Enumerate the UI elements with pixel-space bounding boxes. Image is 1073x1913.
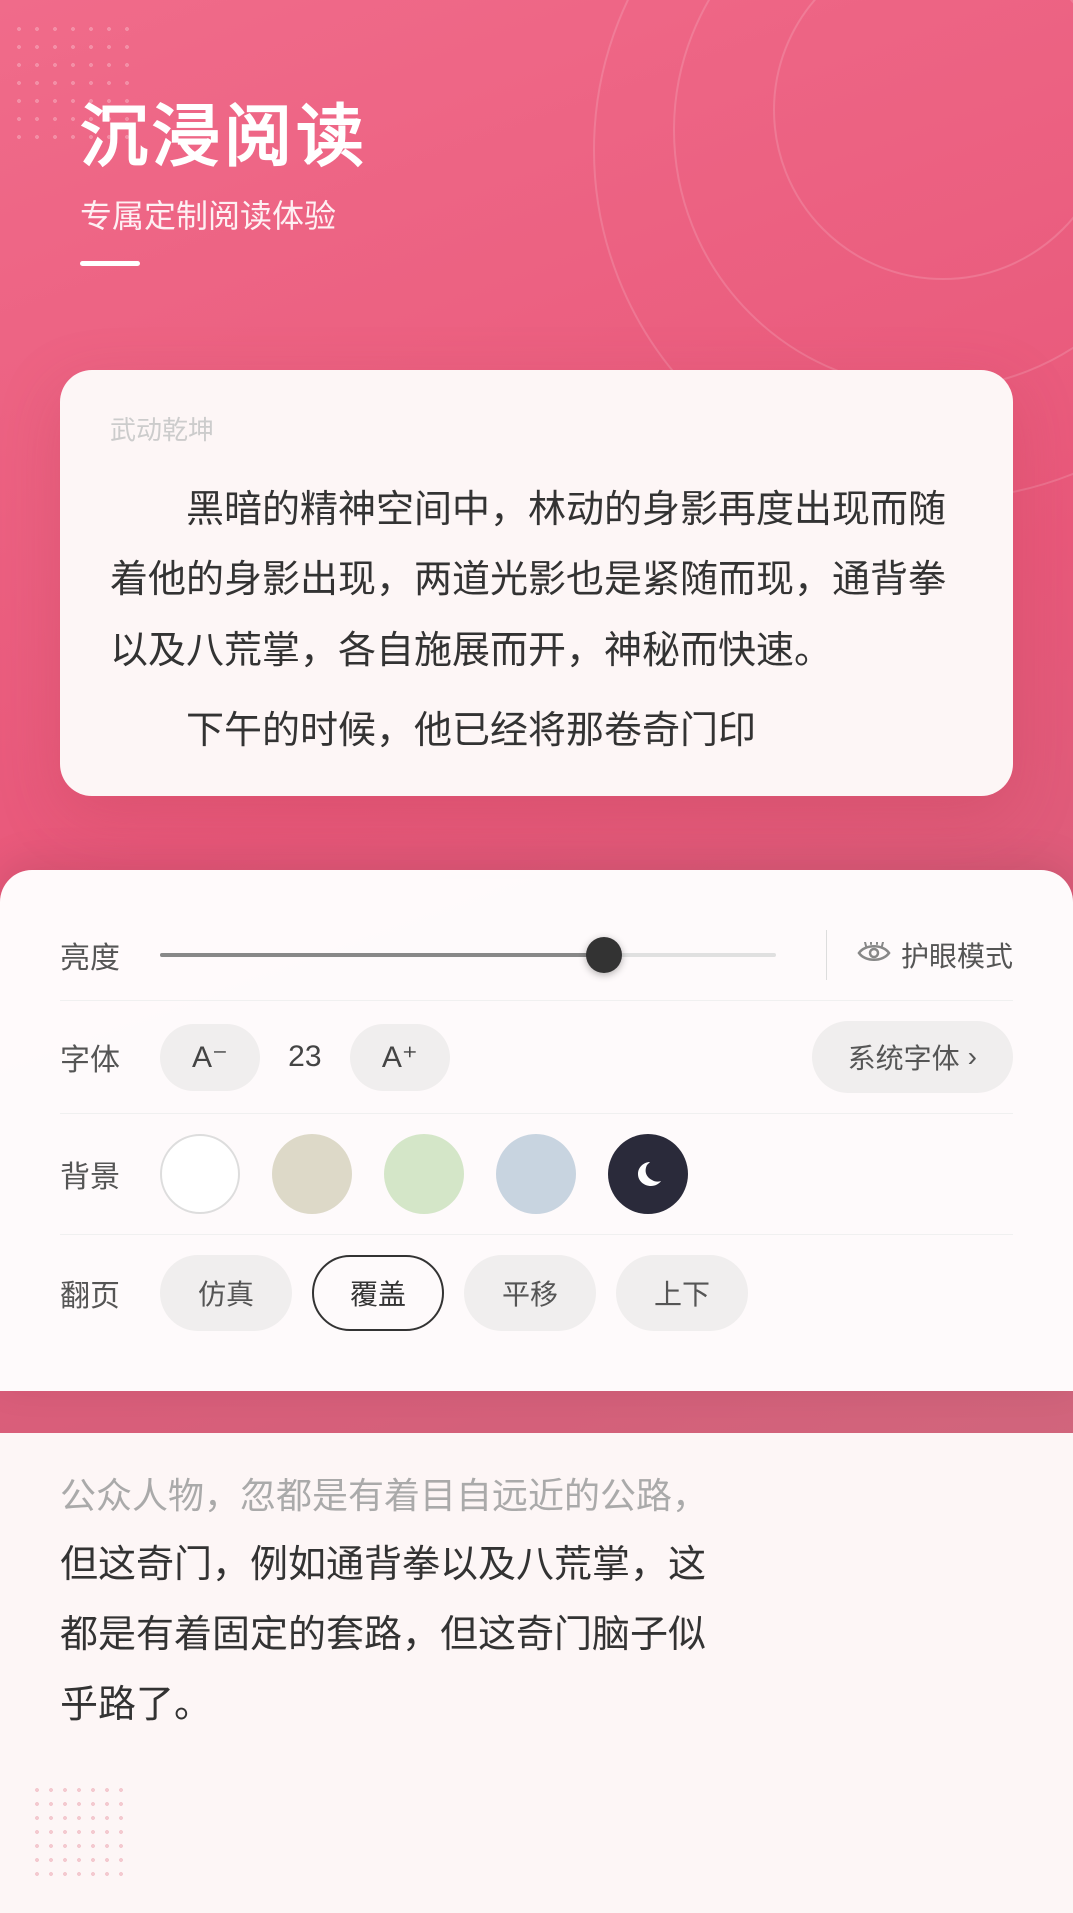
font-size-value: 23 [280,1040,330,1074]
font-row: 字体 A⁻ 23 A⁺ 系统字体 › [60,1001,1013,1114]
bottom-line-2: 都是有着固定的套路，但这奇门脑子似 [60,1600,1013,1670]
font-family-label: 系统字体 [848,1037,960,1077]
page-turn-vertical[interactable]: 上下 [616,1255,748,1331]
page-turn-simulated[interactable]: 仿真 [160,1255,292,1331]
bottom-text: 公众人物，忽都是有着目自远近的公路， 但这奇门，例如通背拳以及八荒掌，这 都是有… [60,1463,1013,1740]
bottom-dots-decoration [30,1783,130,1883]
slider-fill [160,953,604,957]
font-increase-button[interactable]: A⁺ [350,1024,450,1091]
brightness-slider[interactable] [160,953,776,957]
brightness-row: 亮度 护眼模式 [60,910,1013,1001]
reader-paragraph-2: 下午的时候，他已经将那卷奇门印 [110,696,963,766]
bottom-line-1: 但这奇门，例如通背拳以及八荒掌，这 [60,1530,1013,1600]
header-divider [80,261,140,266]
page-turn-cover[interactable]: 覆盖 [312,1255,444,1331]
slider-thumb[interactable] [586,937,622,973]
page-subtitle: 专属定制阅读体验 [80,191,368,237]
bg-option-green[interactable] [384,1134,464,1214]
partial-line: 公众人物，忽都是有着目自远近的公路， [60,1463,1013,1530]
page-title: 沉浸阅读 [80,100,368,175]
bg-option-beige[interactable] [272,1134,352,1214]
bg-option-blue[interactable] [496,1134,576,1214]
bottom-reading-content: 公众人物，忽都是有着目自远近的公路， 但这奇门，例如通背拳以及八荒掌，这 都是有… [0,1433,1073,1913]
chevron-right-icon: › [968,1041,977,1073]
eye-icon [857,939,891,971]
font-decrease-button[interactable]: A⁻ [160,1024,260,1091]
book-title: 武动乾坤 [110,410,963,447]
settings-panel: 亮度 护眼模式 [0,870,1073,1391]
brightness-label: 亮度 [60,933,140,977]
page-turn-label: 翻页 [60,1271,140,1315]
reader-paragraph-1: 黑暗的精神空间中，林动的身影再度出现而随着他的身影出现，两道光影也是紧随而现，通… [110,475,963,686]
reader-content: 黑暗的精神空间中，林动的身影再度出现而随着他的身影出现，两道光影也是紧随而现，通… [110,475,963,766]
eye-mode-label: 护眼模式 [901,935,1013,975]
slider-track [160,953,776,957]
background-options [160,1134,1013,1214]
eye-mode-toggle[interactable]: 护眼模式 [857,935,1013,975]
font-label: 字体 [60,1035,140,1079]
reader-card: 武动乾坤 黑暗的精神空间中，林动的身影再度出现而随着他的身影出现，两道光影也是紧… [60,370,1013,796]
bg-option-white[interactable] [160,1134,240,1214]
bg-option-dark[interactable] [608,1134,688,1214]
header-section: 沉浸阅读 专属定制阅读体验 [80,100,368,266]
font-controls: A⁻ 23 A⁺ 系统字体 › [160,1021,1013,1093]
bottom-line-3: 乎路了。 [60,1670,1013,1740]
background-label: 背景 [60,1152,140,1196]
page-turn-options: 仿真 覆盖 平移 上下 [160,1255,1013,1331]
vertical-divider [826,930,827,980]
font-family-button[interactable]: 系统字体 › [812,1021,1013,1093]
page-turn-row: 翻页 仿真 覆盖 平移 上下 [60,1235,1013,1351]
background-row: 背景 [60,1114,1013,1235]
page-turn-slide[interactable]: 平移 [464,1255,596,1331]
